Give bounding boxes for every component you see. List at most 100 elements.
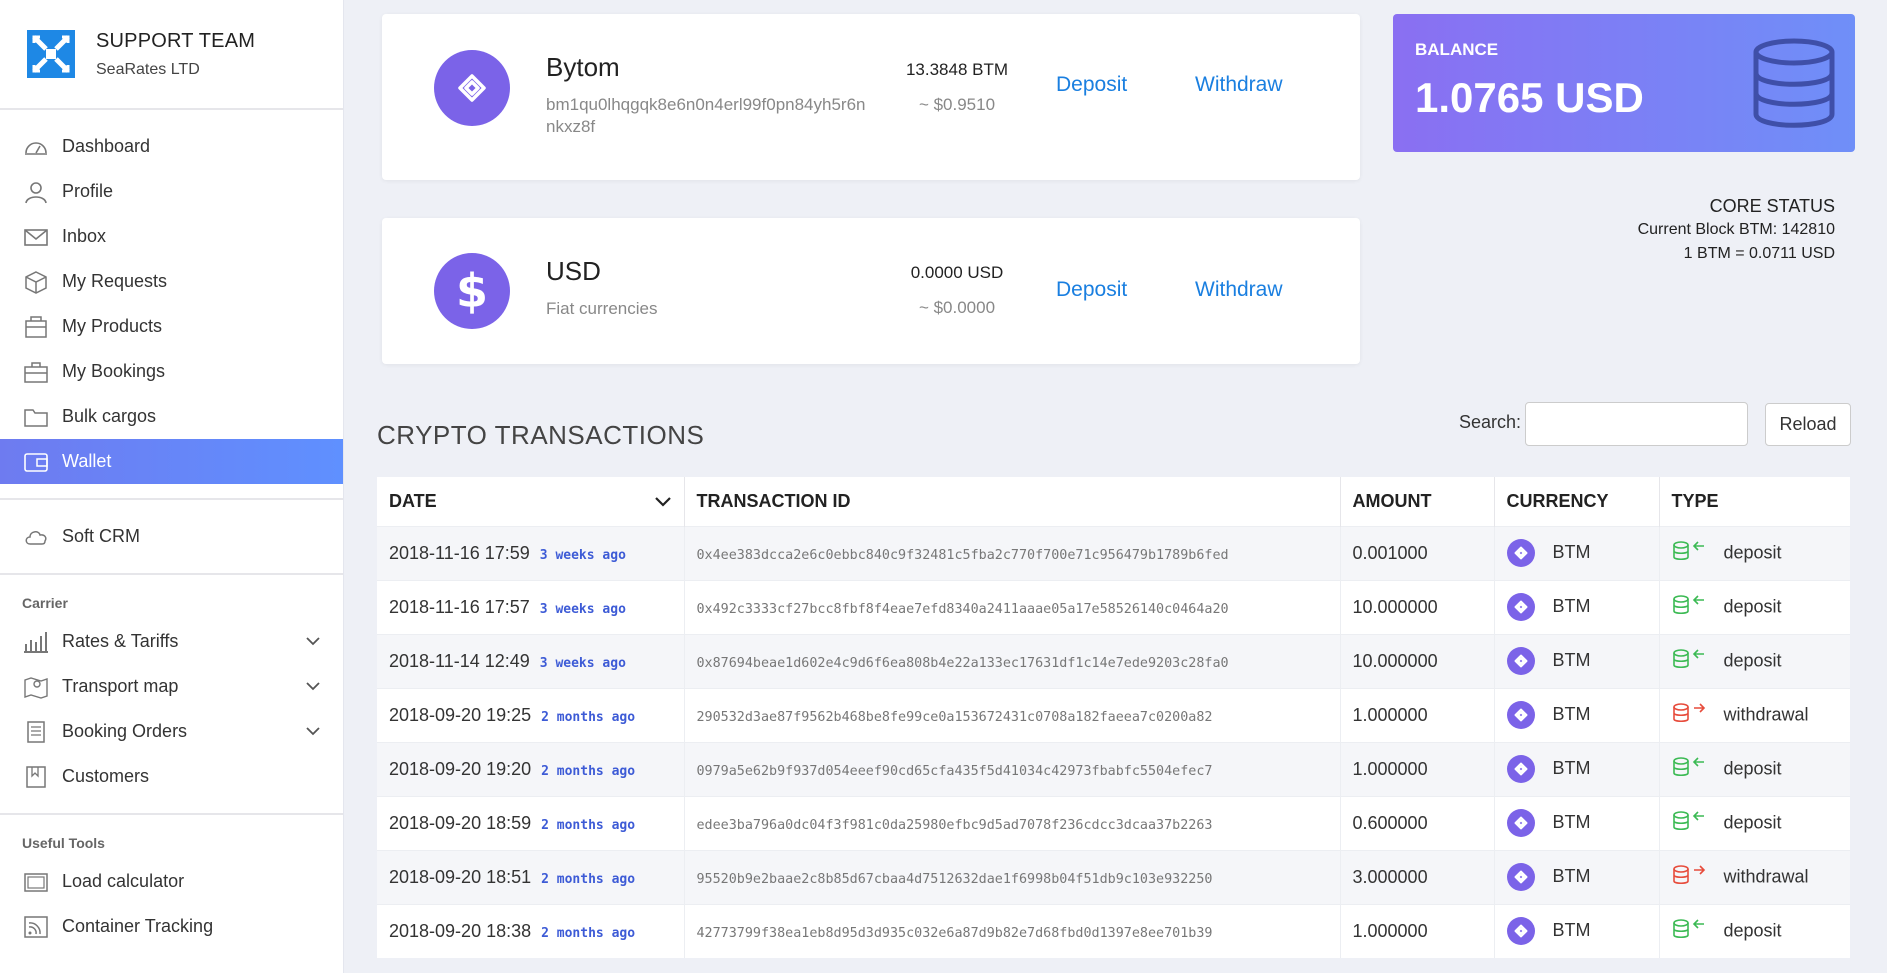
date-value: 2018-09-20 18:38 — [389, 920, 532, 941]
nav-my-bookings[interactable]: My Bookings — [0, 349, 343, 394]
cell-currency: BTM — [1494, 579, 1660, 634]
nav-wallet[interactable]: Wallet — [0, 439, 343, 484]
nav-my-products[interactable]: My Products — [0, 304, 343, 349]
container-icon — [22, 869, 50, 895]
briefcase-icon — [22, 359, 50, 385]
main-nav: Dashboard Profile Inbox My Requests My P… — [0, 110, 343, 484]
wallet-name: USD — [546, 256, 601, 286]
nav-profile[interactable]: Profile — [0, 169, 343, 214]
bytom-coin-icon — [1506, 863, 1535, 891]
nav-inbox[interactable]: Inbox — [0, 214, 343, 259]
withdrawal-icon — [1672, 702, 1708, 729]
transaction-id[interactable]: 95520b9e2baae2c8b85d67cbaa4d7512632dae1f… — [697, 872, 1213, 887]
column-label: AMOUNT — [1352, 490, 1432, 511]
current-block: Current Block BTM: 142810 — [1637, 221, 1835, 238]
transaction-id[interactable]: 290532d3ae87f9562b468be8fe99ce0a15367243… — [697, 710, 1213, 725]
deposit-icon — [1672, 594, 1708, 621]
relative-time: 2 months ago — [541, 817, 636, 833]
table-row[interactable]: 2018-09-20 18:51 2 months ago 95520b9e2baa… — [377, 849, 1850, 904]
date-value: 2018-09-20 18:59 — [389, 812, 532, 833]
table-row[interactable]: 2018-09-20 19:20 2 months ago 0979a5e62b9f… — [377, 741, 1850, 796]
table-row[interactable]: 2018-09-20 19:25 2 months ago 290532d3ae87… — [377, 687, 1850, 742]
currency-code: BTM — [1552, 703, 1591, 724]
nav-load-calculator[interactable]: Load calculator — [0, 859, 343, 904]
table-row[interactable]: 2018-09-20 18:38 2 months ago 42773799f38e… — [377, 903, 1850, 958]
reload-button[interactable]: Reload — [1765, 403, 1851, 446]
date-value: 2018-11-14 12:49 — [389, 650, 530, 671]
table-row[interactable]: 2018-11-16 17:57 3 weeks ago 0x492c3333cf2… — [377, 579, 1850, 634]
wallet-card-bytom: Bytom bm1qu0lhqgqk8e6n0n4erl99f0pn84yh5r… — [382, 14, 1360, 180]
column-header-amount[interactable]: AMOUNT — [1340, 477, 1495, 526]
withdraw-button[interactable]: Withdraw — [1195, 73, 1283, 97]
chevron-down-icon — [306, 682, 320, 691]
chevron-down-icon — [306, 637, 320, 646]
cell-currency: BTM — [1494, 903, 1660, 958]
column-label: TRANSACTION ID — [696, 490, 851, 511]
cell-date: 2018-09-20 19:25 2 months ago — [377, 687, 685, 742]
deposit-button[interactable]: Deposit — [1056, 278, 1127, 302]
nav-bulk-cargos[interactable]: Bulk cargos — [0, 394, 343, 439]
table-row[interactable]: 2018-11-14 12:49 3 weeks ago 0x87694beae1d… — [377, 633, 1850, 688]
relative-time: 2 months ago — [541, 763, 636, 779]
cell-amount: 1.000000 — [1340, 903, 1495, 958]
deposit-button[interactable]: Deposit — [1056, 73, 1127, 97]
wallet-name: Bytom — [546, 52, 620, 82]
type-label: deposit — [1723, 811, 1782, 832]
transaction-id[interactable]: 42773799f38ea1eb8d95d3d935c032e6a87d9b82… — [697, 926, 1213, 941]
box-icon — [22, 269, 50, 295]
date-value: 2018-11-16 17:57 — [389, 596, 530, 617]
nav-customers[interactable]: Customers — [0, 754, 343, 799]
transaction-id[interactable]: 0x87694beae1d602e4c9d6f6ea808b4e22a133ec… — [697, 656, 1229, 671]
cell-transaction-id: 0x492c3333cf27bcc8fbf8f4eae7efd8340a2411… — [684, 579, 1341, 634]
transaction-id[interactable]: 0x4ee383dcca2e6c0ebbc840c9f32481c5fba2c7… — [697, 548, 1229, 563]
sort-chevron-down-icon[interactable] — [654, 493, 672, 511]
transactions-body: 2018-11-16 17:59 3 weeks ago 0x4ee383dcca2… — [377, 525, 1850, 958]
withdraw-button[interactable]: Withdraw — [1195, 278, 1283, 302]
cell-amount: 10.000000 — [1340, 579, 1495, 634]
cell-type: withdrawal — [1659, 849, 1850, 904]
transaction-id[interactable]: 0979a5e62b9f937d054eeef90cd65cfa435f5d41… — [697, 764, 1213, 779]
column-header-date[interactable]: DATE — [377, 477, 685, 526]
transaction-id[interactable]: 0x492c3333cf27bcc8fbf8f4eae7efd8340a2411… — [697, 602, 1229, 617]
column-header-transaction-id[interactable]: TRANSACTION ID — [684, 477, 1341, 526]
cell-transaction-id: 42773799f38ea1eb8d95d3d935c032e6a87d9b82… — [684, 903, 1341, 958]
cell-currency: BTM — [1494, 849, 1660, 904]
column-header-type[interactable]: TYPE — [1659, 477, 1850, 526]
wallet-amount: 13.3848 BTM — [905, 60, 1009, 79]
nav-container-tracking[interactable]: Container Tracking — [0, 904, 343, 949]
sidebar: SUPPORT TEAM SeaRates LTD Dashboard Prof… — [0, 0, 344, 973]
currency-code: BTM — [1552, 920, 1591, 940]
currency-code: BTM — [1552, 541, 1591, 562]
searates-logo-icon — [27, 30, 75, 78]
column-header-currency[interactable]: CURRENCY — [1494, 477, 1660, 526]
type-label: deposit — [1723, 541, 1782, 562]
cell-currency: BTM — [1494, 687, 1660, 742]
date-value: 2018-09-20 19:20 — [389, 758, 532, 779]
wallet-address: bm1qu0lhqgqk8e6n0n4erl99f0pn84yh5r6nnkxz… — [546, 95, 866, 136]
table-row[interactable]: 2018-11-16 17:59 3 weeks ago 0x4ee383dcca2… — [377, 525, 1850, 580]
table-row[interactable]: 2018-09-20 18:59 2 months ago edee3ba796a0… — [377, 795, 1850, 850]
bytom-coin-icon — [434, 50, 510, 126]
nav-dashboard[interactable]: Dashboard — [0, 124, 343, 169]
nav-rates-tariffs[interactable]: Rates & Tariffs — [0, 619, 343, 664]
brand-title: SUPPORT TEAM — [96, 29, 256, 52]
bytom-coin-icon — [1506, 917, 1535, 946]
transaction-id[interactable]: edee3ba796a0dc04f3f981c0da25980efbc9d5ad… — [697, 818, 1213, 833]
nav-booking-orders[interactable]: Booking Orders — [0, 709, 343, 754]
folder-icon — [22, 404, 50, 430]
cell-transaction-id: 290532d3ae87f9562b468be8fe99ce0a15367243… — [684, 687, 1341, 742]
relative-time: 2 months ago — [541, 871, 636, 887]
nav-my-requests[interactable]: My Requests — [0, 259, 343, 304]
cloud-icon — [22, 524, 50, 550]
nav-label: Wallet — [62, 451, 112, 471]
cell-amount: 1.000000 — [1340, 741, 1495, 796]
withdrawal-icon — [1672, 864, 1708, 891]
search-input[interactable] — [1525, 402, 1748, 446]
cell-amount: 0.001000 — [1340, 525, 1495, 580]
nav-transport-map[interactable]: Transport map — [0, 664, 343, 709]
cell-transaction-id: 0979a5e62b9f937d054eeef90cd65cfa435f5d41… — [684, 741, 1341, 796]
nav-soft-crm[interactable]: Soft CRM — [0, 514, 343, 559]
type-label: deposit — [1723, 757, 1782, 778]
rss-icon — [22, 914, 50, 940]
cell-date: 2018-09-20 18:59 2 months ago — [377, 795, 685, 850]
